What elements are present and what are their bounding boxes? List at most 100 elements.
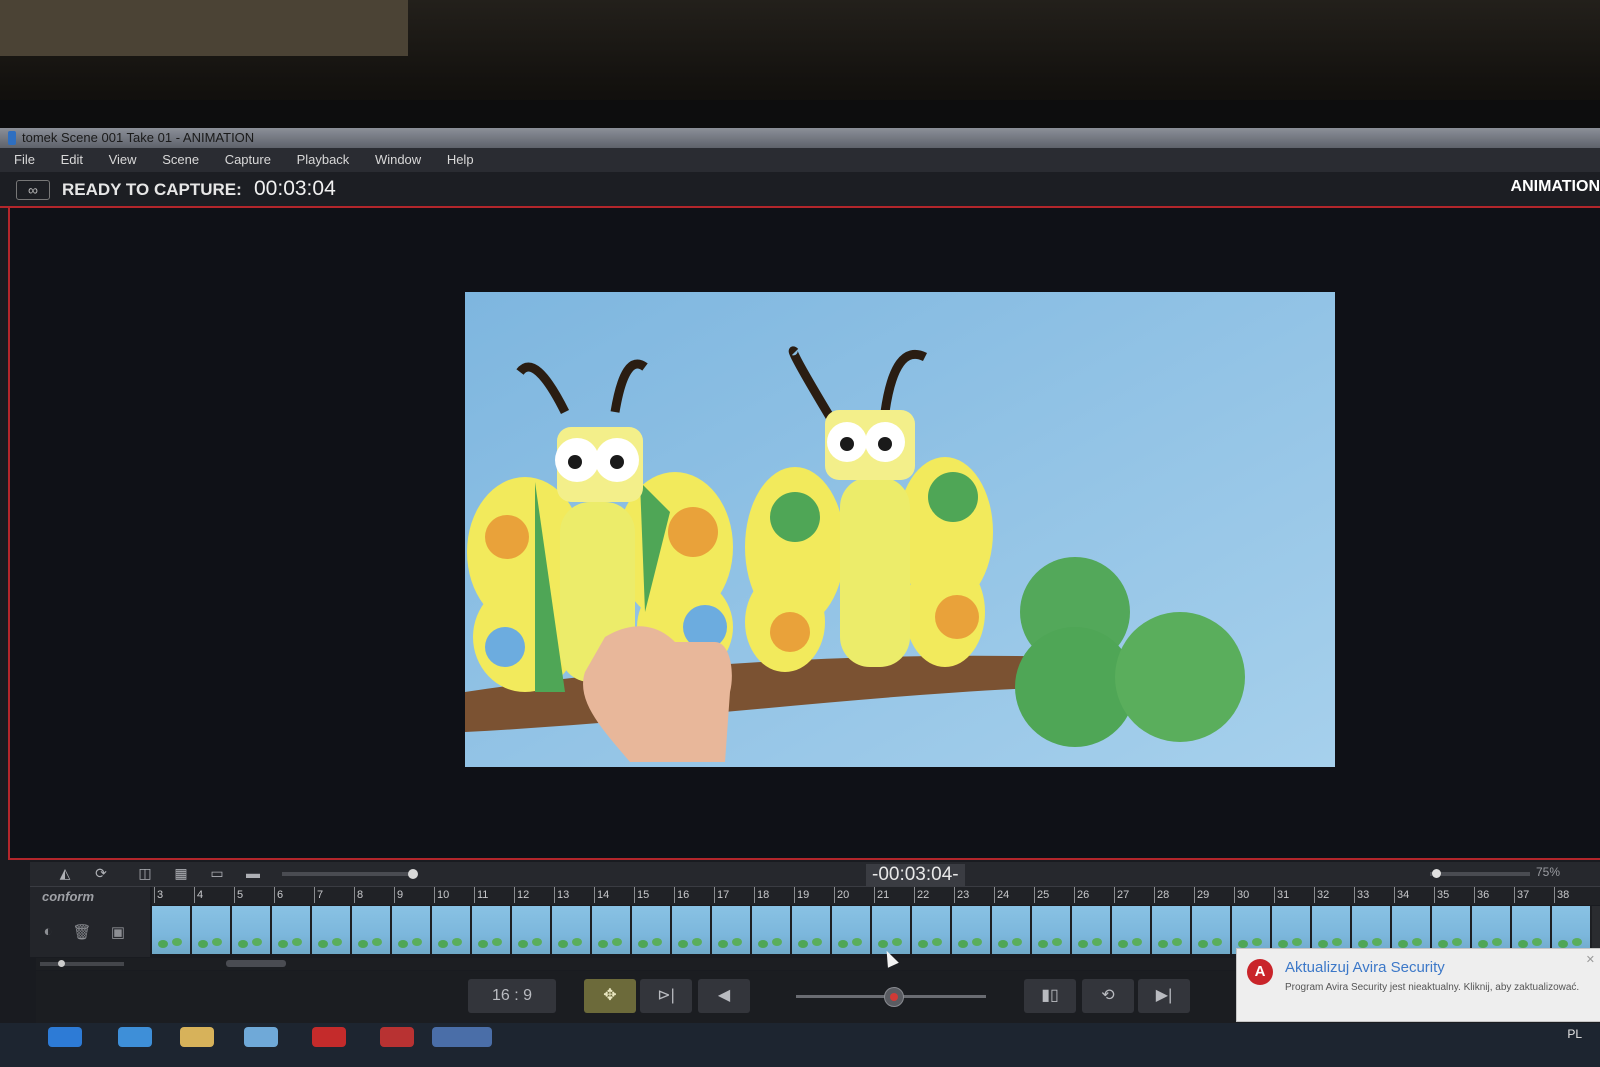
language-indicator[interactable]: PL xyxy=(1567,1027,1582,1041)
frame-thumbnail[interactable] xyxy=(272,906,312,954)
track-header: conform ◐ 🗑 ▣ xyxy=(30,887,150,957)
frame-thumbnail[interactable] xyxy=(152,906,192,954)
scrollbar-thumb[interactable] xyxy=(226,960,286,967)
menu-capture[interactable]: Capture xyxy=(225,148,271,172)
frame-thumbnail[interactable] xyxy=(1072,906,1112,954)
live-frame-image xyxy=(465,292,1335,767)
close-icon[interactable]: ✕ xyxy=(1586,953,1595,966)
frame-thumbnail[interactable] xyxy=(1152,906,1192,954)
capture-timecode: 00:03:04 xyxy=(254,177,336,200)
previous-frame-icon[interactable]: ◀ xyxy=(698,979,750,1013)
frame-number: 23 xyxy=(954,887,969,903)
timeline-toolbar: ◭ ⟳ ◫ ▦ ▭ ▬ -00:03:04- 75% xyxy=(30,862,1600,887)
frame-thumbnail[interactable] xyxy=(592,906,632,954)
frame-thumbnail[interactable] xyxy=(1192,906,1232,954)
mini-zoom-slider[interactable] xyxy=(40,960,124,967)
filmstrip-icon[interactable]: ▬ xyxy=(242,865,264,882)
next-frame-icon[interactable]: ▶| xyxy=(1138,979,1190,1013)
browser-taskbar-icon[interactable] xyxy=(118,1027,152,1047)
opera-taskbar-icon[interactable] xyxy=(312,1027,346,1047)
folder-taskbar-icon[interactable] xyxy=(180,1027,214,1047)
avira-notification[interactable]: A Aktualizuj Avira Security Program Avir… xyxy=(1236,948,1600,1022)
mini-zoom-knob[interactable] xyxy=(58,960,65,967)
frame-thumbnail[interactable] xyxy=(992,906,1032,954)
refresh-icon[interactable]: ⟳ xyxy=(90,865,112,882)
ready-to-capture-label: READY TO CAPTURE: xyxy=(62,180,242,199)
frame-thumbnail[interactable] xyxy=(752,906,792,954)
trash-icon[interactable]: 🗑 xyxy=(72,923,92,941)
frame-number: 28 xyxy=(1154,887,1169,903)
loop-icon[interactable]: ∞ xyxy=(16,180,50,200)
menu-edit[interactable]: Edit xyxy=(61,148,83,172)
playback-speed-knob[interactable] xyxy=(884,987,904,1007)
frame-number: 30 xyxy=(1234,887,1249,903)
frame-thumbnail[interactable] xyxy=(832,906,872,954)
frame-thumbnail[interactable] xyxy=(512,906,552,954)
frame-thumbnail[interactable] xyxy=(1032,906,1072,954)
menu-scene[interactable]: Scene xyxy=(162,148,199,172)
frame-thumbnail[interactable] xyxy=(1232,906,1272,954)
frame-thumbnail[interactable] xyxy=(1472,906,1512,954)
explorer-taskbar-icon[interactable] xyxy=(244,1027,278,1047)
frame-thumbnail[interactable] xyxy=(352,906,392,954)
frame-thumbnail[interactable] xyxy=(1312,906,1352,954)
grid-icon[interactable]: ▦ xyxy=(170,865,192,882)
frame-thumbnail[interactable] xyxy=(1432,906,1472,954)
frame-thumbnail[interactable] xyxy=(1272,906,1312,954)
frame-number: 25 xyxy=(1034,887,1049,903)
timeline-zoom-value: 75% xyxy=(1536,865,1561,879)
frame-thumbnail[interactable] xyxy=(552,906,592,954)
frame-thumbnail[interactable] xyxy=(192,906,232,954)
compare-view-icon[interactable]: ▮▯ xyxy=(1024,979,1076,1013)
go-to-live-icon[interactable]: ⊳| xyxy=(640,979,692,1013)
frame-thumbnail[interactable] xyxy=(472,906,512,954)
frame-thumbnail[interactable] xyxy=(1112,906,1152,954)
frame-number: 29 xyxy=(1194,887,1209,903)
frame-thumbnail[interactable] xyxy=(312,906,352,954)
frame-thumbnail[interactable] xyxy=(672,906,712,954)
frame-thumbnail[interactable] xyxy=(432,906,472,954)
frame-thumbnail[interactable] xyxy=(792,906,832,954)
menu-view[interactable]: View xyxy=(109,148,137,172)
frame-number: 22 xyxy=(914,887,929,903)
frame-thumbnail[interactable] xyxy=(872,906,912,954)
visibility-icon[interactable]: ◐ xyxy=(38,923,58,941)
menu-help[interactable]: Help xyxy=(447,148,474,172)
frame-thumbnail[interactable] xyxy=(632,906,672,954)
frame-number: 32 xyxy=(1314,887,1329,903)
start-button[interactable] xyxy=(48,1027,82,1047)
frame-number: 12 xyxy=(514,887,529,903)
avira-shield-icon: A xyxy=(1247,959,1273,985)
frame-thumbnail[interactable] xyxy=(712,906,752,954)
menu-window[interactable]: Window xyxy=(375,148,421,172)
frame-number: 14 xyxy=(594,887,609,903)
frame-thumbnail[interactable] xyxy=(1512,906,1552,954)
frame-view-icon[interactable]: ▭ xyxy=(206,865,228,882)
frame-number: 20 xyxy=(834,887,849,903)
app-taskbar-icon[interactable] xyxy=(380,1027,414,1047)
opacity-slider-knob[interactable] xyxy=(408,869,418,879)
loop-playback-icon[interactable]: ⟲ xyxy=(1082,979,1134,1013)
opacity-slider[interactable] xyxy=(282,869,418,879)
capture-mode-button[interactable]: ✥ xyxy=(584,979,636,1013)
playback-speed-slider[interactable] xyxy=(796,987,986,1007)
frame-thumbnail[interactable] xyxy=(392,906,432,954)
frame-thumbnail[interactable] xyxy=(1352,906,1392,954)
frame-number: 9 xyxy=(394,887,403,903)
frame-thumbnail[interactable] xyxy=(232,906,272,954)
frame-thumbnail[interactable] xyxy=(912,906,952,954)
frame-thumbnail[interactable] xyxy=(952,906,992,954)
track-name: conform xyxy=(42,889,94,904)
monitor-screen: tomek Scene 001 Take 01 - ANIMATION File… xyxy=(0,128,1600,1067)
menu-playback[interactable]: Playback xyxy=(297,148,350,172)
camera-icon[interactable]: ▣ xyxy=(108,923,128,941)
onion-skin-icon[interactable]: ◭ xyxy=(54,865,76,882)
frame-thumbnail[interactable] xyxy=(1392,906,1432,954)
split-view-icon[interactable]: ◫ xyxy=(134,865,156,882)
timeline-zoom-slider[interactable] xyxy=(1430,869,1530,878)
frame-thumbnail[interactable] xyxy=(1552,906,1592,954)
menu-file[interactable]: File xyxy=(14,148,35,172)
zoom-slider-knob[interactable] xyxy=(1432,869,1441,878)
aspect-ratio-button[interactable]: 16 : 9 xyxy=(468,979,556,1013)
animation-taskbar-icon[interactable] xyxy=(432,1027,492,1047)
